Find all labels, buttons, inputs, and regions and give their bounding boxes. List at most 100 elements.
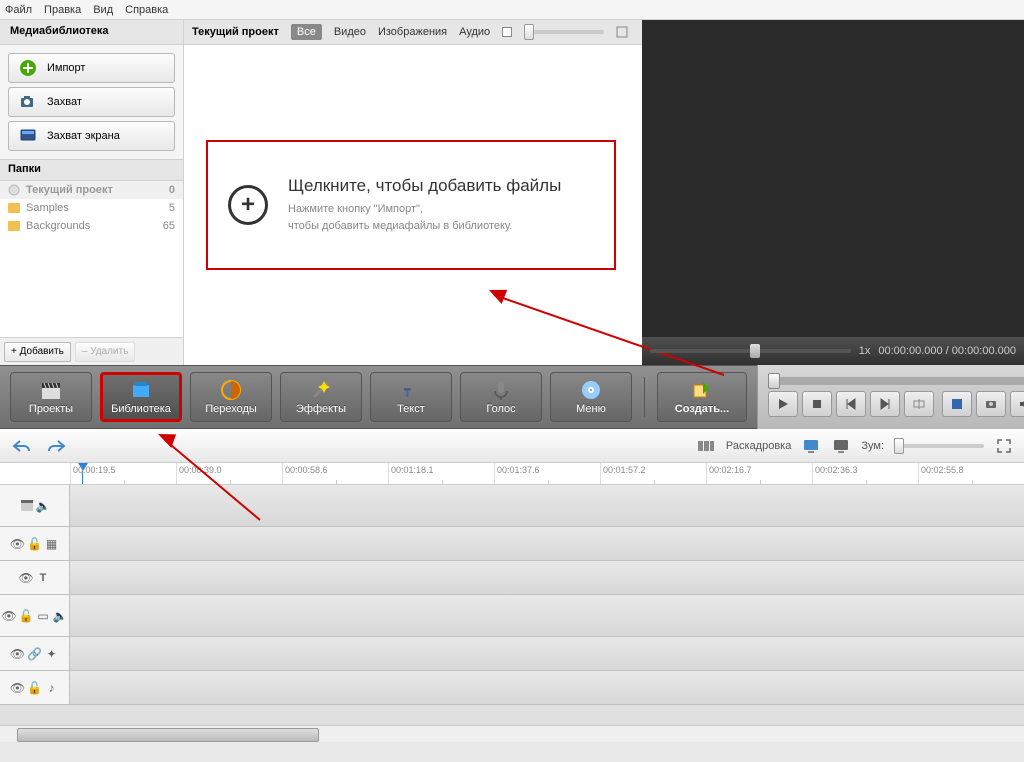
text-track[interactable]: 👁T bbox=[0, 561, 1024, 595]
overlay-track[interactable]: 👁🔓▦ bbox=[0, 527, 1024, 561]
zoom-fit-icon[interactable] bbox=[994, 437, 1014, 455]
text-icon: T bbox=[400, 379, 422, 401]
video-track[interactable]: 🔈 bbox=[0, 485, 1024, 527]
lock-icon[interactable]: 🔓 bbox=[28, 681, 42, 695]
timeline-toolbar: Раскадровка Зум: bbox=[0, 429, 1024, 463]
filter-all[interactable]: Все bbox=[291, 24, 322, 40]
filter-video[interactable]: Видео bbox=[334, 26, 366, 38]
folder-list: Текущий проект 0 Samples 5 Backgrounds 6… bbox=[0, 181, 183, 337]
prev-button[interactable] bbox=[836, 391, 866, 417]
folder-item[interactable]: Backgrounds 65 bbox=[0, 217, 183, 235]
effects-icon bbox=[310, 379, 332, 401]
mode-transitions[interactable]: Переходы bbox=[190, 372, 272, 422]
mode-effects[interactable]: Эффекты bbox=[280, 372, 362, 422]
drop-area[interactable]: + Щелкните, чтобы добавить файлы Нажмите… bbox=[184, 45, 642, 365]
link-icon[interactable]: 🔗 bbox=[28, 647, 42, 661]
zoom-slider[interactable] bbox=[894, 444, 984, 448]
play-button[interactable] bbox=[768, 391, 798, 417]
filter-label: Текущий проект bbox=[192, 26, 279, 38]
timeline-ruler[interactable]: 00:00:19.5 00:00:39.0 00:00:58.6 00:01:1… bbox=[0, 463, 1024, 485]
disc-icon bbox=[580, 379, 602, 401]
zoom-label: Зум: bbox=[861, 440, 884, 452]
mode-library[interactable]: Библиотека bbox=[100, 372, 182, 422]
transitions-icon bbox=[220, 379, 242, 401]
video-track-icon bbox=[19, 499, 33, 513]
storyboard-label[interactable]: Раскадровка bbox=[726, 440, 791, 452]
thumb-size-slider[interactable] bbox=[524, 30, 604, 34]
add-files-icon: + bbox=[228, 185, 268, 225]
preview-speed: 1x bbox=[859, 345, 871, 357]
eye-icon[interactable]: 👁 bbox=[2, 609, 16, 623]
mode-text[interactable]: TТекст bbox=[370, 372, 452, 422]
thumb-size-icon bbox=[616, 26, 628, 38]
camera-icon bbox=[19, 93, 37, 111]
monitor2-icon[interactable] bbox=[831, 437, 851, 455]
image-icon: ▦ bbox=[45, 537, 59, 551]
preview-panel: 1x 00:00:00.000 / 00:00:00.000 bbox=[642, 20, 1024, 365]
eye-icon[interactable]: 👁 bbox=[19, 571, 33, 585]
video-track-2[interactable]: 👁🔓▭🔈 bbox=[0, 595, 1024, 637]
svg-text:T: T bbox=[404, 388, 411, 400]
clapper-icon bbox=[40, 379, 62, 401]
folder-item[interactable]: Текущий проект 0 bbox=[0, 181, 183, 199]
menu-edit[interactable]: Правка bbox=[44, 4, 81, 16]
library-icon bbox=[130, 379, 152, 401]
folders-header: Папки bbox=[0, 159, 183, 181]
menu-help[interactable]: Справка bbox=[125, 4, 168, 16]
filter-checkbox[interactable] bbox=[502, 27, 512, 37]
redo-button[interactable] bbox=[44, 434, 68, 458]
eye-icon[interactable]: 👁 bbox=[11, 681, 25, 695]
filter-bar: Текущий проект Все Видео Изображения Ауд… bbox=[184, 20, 642, 45]
screen-icon bbox=[19, 127, 37, 145]
import-button[interactable]: Импорт bbox=[8, 53, 175, 83]
audio-track[interactable]: 👁🔓♪ bbox=[0, 671, 1024, 705]
delete-folder-button[interactable]: – Удалить bbox=[75, 342, 136, 362]
mode-menu[interactable]: Меню bbox=[550, 372, 632, 422]
timeline-view-icon[interactable] bbox=[696, 437, 716, 455]
playback-controls bbox=[757, 365, 1024, 429]
menu-bar: Файл Правка Вид Справка bbox=[0, 0, 1024, 20]
project-icon bbox=[8, 184, 20, 196]
folder-item[interactable]: Samples 5 bbox=[0, 199, 183, 217]
drop-target[interactable]: + Щелкните, чтобы добавить файлы Нажмите… bbox=[206, 140, 616, 270]
create-button[interactable]: Создать... bbox=[657, 372, 747, 422]
eye-icon[interactable]: 👁 bbox=[11, 647, 25, 661]
export-icon bbox=[691, 379, 713, 401]
menu-view[interactable]: Вид bbox=[93, 4, 113, 16]
menu-file[interactable]: Файл bbox=[5, 4, 32, 16]
preview-seek-slider[interactable] bbox=[650, 349, 851, 353]
folder-icon bbox=[8, 221, 20, 231]
undo-button[interactable] bbox=[10, 434, 34, 458]
timeline-tracks: 🔈 👁🔓▦ 👁T 👁🔓▭🔈 👁🔗✦ 👁🔓♪ bbox=[0, 485, 1024, 725]
monitor1-icon[interactable] bbox=[801, 437, 821, 455]
lock-icon[interactable]: 🔓 bbox=[19, 609, 33, 623]
eye-icon[interactable]: 👁 bbox=[11, 537, 25, 551]
stop-button[interactable] bbox=[802, 391, 832, 417]
filter-images[interactable]: Изображения bbox=[378, 26, 447, 38]
preview-video bbox=[642, 20, 1024, 337]
fullscreen-button[interactable] bbox=[942, 391, 972, 417]
volume-button[interactable] bbox=[1010, 391, 1024, 417]
media-sidebar: Медиабиблиотека Импорт Захват Захват экр… bbox=[0, 20, 184, 365]
speaker-icon: 🔈 bbox=[53, 609, 67, 623]
capture-button[interactable]: Захват bbox=[8, 87, 175, 117]
mode-projects[interactable]: Проекты bbox=[10, 372, 92, 422]
snapshot-button[interactable] bbox=[976, 391, 1006, 417]
effects-track[interactable]: 👁🔗✦ bbox=[0, 637, 1024, 671]
fx-icon: ✦ bbox=[45, 647, 59, 661]
horizontal-scrollbar[interactable] bbox=[0, 725, 1024, 742]
microphone-icon bbox=[490, 379, 512, 401]
playback-seek-slider[interactable] bbox=[768, 377, 1024, 385]
lock-icon[interactable]: 🔓 bbox=[28, 537, 42, 551]
next-button[interactable] bbox=[870, 391, 900, 417]
sidebar-title: Медиабиблиотека bbox=[0, 20, 183, 45]
plus-icon bbox=[19, 59, 37, 77]
video-icon: ▭ bbox=[36, 609, 50, 623]
mode-voice[interactable]: Голос bbox=[460, 372, 542, 422]
speaker-icon: 🔈 bbox=[36, 499, 50, 513]
filter-audio[interactable]: Аудио bbox=[459, 26, 490, 38]
audio-icon: ♪ bbox=[45, 681, 59, 695]
add-folder-button[interactable]: + Добавить bbox=[4, 342, 71, 362]
split-button[interactable] bbox=[904, 391, 934, 417]
screencap-button[interactable]: Захват экрана bbox=[8, 121, 175, 151]
